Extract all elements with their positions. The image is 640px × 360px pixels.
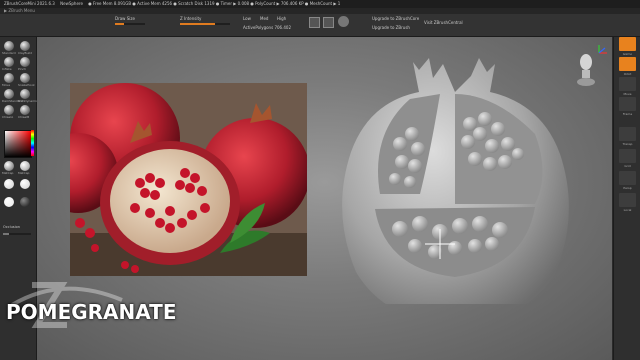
brush-chisela[interactable]: ChiselA — [2, 105, 16, 119]
grid-button[interactable] — [619, 149, 636, 163]
brush-pinch[interactable]: Pinch — [18, 57, 32, 71]
transp-button[interactable] — [619, 127, 636, 141]
brush-claybuild[interactable]: ClayBuild — [18, 41, 32, 55]
brush-damstandard[interactable]: DamStandard — [2, 89, 23, 103]
reference-image — [70, 83, 307, 276]
local-label: Local — [623, 208, 632, 212]
title-bar: ZBrushCoreMini 2021.6.3 NewSphere ● Free… — [0, 0, 640, 8]
persp-button[interactable] — [619, 171, 636, 185]
move-label: Move — [623, 92, 632, 96]
material-white-1[interactable] — [4, 179, 16, 189]
brush-trimdynamic[interactable]: TrimDynamic — [18, 89, 38, 103]
high-button[interactable]: High — [277, 16, 286, 21]
system-stats: ● Free Mem 8.091GB ● Active Mem 4256 ● S… — [88, 1, 341, 6]
active-polygons: ActivePolygons 706.402 — [243, 25, 291, 30]
brush-move[interactable]: Move — [2, 73, 16, 87]
med-button[interactable]: Med — [260, 16, 268, 21]
material-matcap-2[interactable]: MatCap — [18, 161, 32, 175]
occlusion-slider[interactable] — [3, 233, 31, 235]
material-dark[interactable] — [20, 197, 32, 207]
app-title: ZBrushCoreMini 2021.6.3 — [4, 1, 55, 6]
low-button[interactable]: Low — [243, 16, 251, 21]
visit-central-link[interactable]: Visit ZBrushCentral — [424, 20, 463, 25]
material-white-2[interactable] — [20, 179, 32, 189]
draw-size-label: Draw Size — [115, 16, 135, 21]
gizmo-button[interactable] — [619, 37, 636, 51]
material-matcap-1[interactable]: MatCap — [2, 161, 16, 175]
move-button[interactable] — [619, 77, 636, 91]
z-intensity-label: Z Intensity — [180, 16, 202, 21]
right-tray: Gizmo Orbit Move Frame Transp Grid Persp… — [613, 37, 640, 360]
brush-snakehook[interactable]: SnakeHook — [18, 73, 35, 87]
brush-inflate[interactable]: Inflate — [2, 57, 16, 71]
local-button[interactable] — [619, 193, 636, 207]
hue-slider[interactable] — [31, 130, 34, 156]
frame-label: Frame — [622, 112, 633, 116]
material-white-3[interactable] — [4, 197, 16, 207]
brush-standard[interactable]: Standard — [2, 41, 16, 55]
axis-gizmo-icon[interactable] — [596, 44, 610, 56]
persp-label: Persp — [623, 186, 632, 190]
orbit-label: Orbit — [623, 72, 632, 76]
sculpt-icon[interactable] — [338, 16, 349, 27]
z-intensity-slider[interactable] — [180, 23, 230, 25]
draw-size-slider[interactable] — [115, 23, 145, 25]
grid-label: Grid — [624, 164, 631, 168]
pomegranate-sculpt[interactable] — [340, 34, 570, 304]
gizmo-label: Gizmo — [622, 52, 633, 56]
occlusion-label: Occlusion — [3, 225, 20, 229]
head-icon[interactable] — [576, 52, 596, 86]
overlay-title: POMEGRANATE — [6, 300, 177, 324]
upgrade-core-link[interactable]: Upgrade to ZBrushCore — [372, 16, 419, 21]
transp-label: Transp — [622, 142, 633, 146]
sphere-name[interactable]: NewSphere — [60, 1, 83, 6]
brush-chiselb[interactable]: ChiselB — [18, 105, 32, 119]
menu-path[interactable]: ▶ ZBrush Menu — [4, 8, 35, 13]
gear-icon[interactable] — [323, 17, 334, 28]
color-picker[interactable] — [4, 130, 32, 158]
orbit-button[interactable] — [619, 57, 636, 71]
camera-icon[interactable] — [309, 17, 320, 28]
upgrade-zbrush-link[interactable]: Upgrade to ZBrush — [372, 25, 410, 30]
frame-button[interactable] — [619, 97, 636, 111]
